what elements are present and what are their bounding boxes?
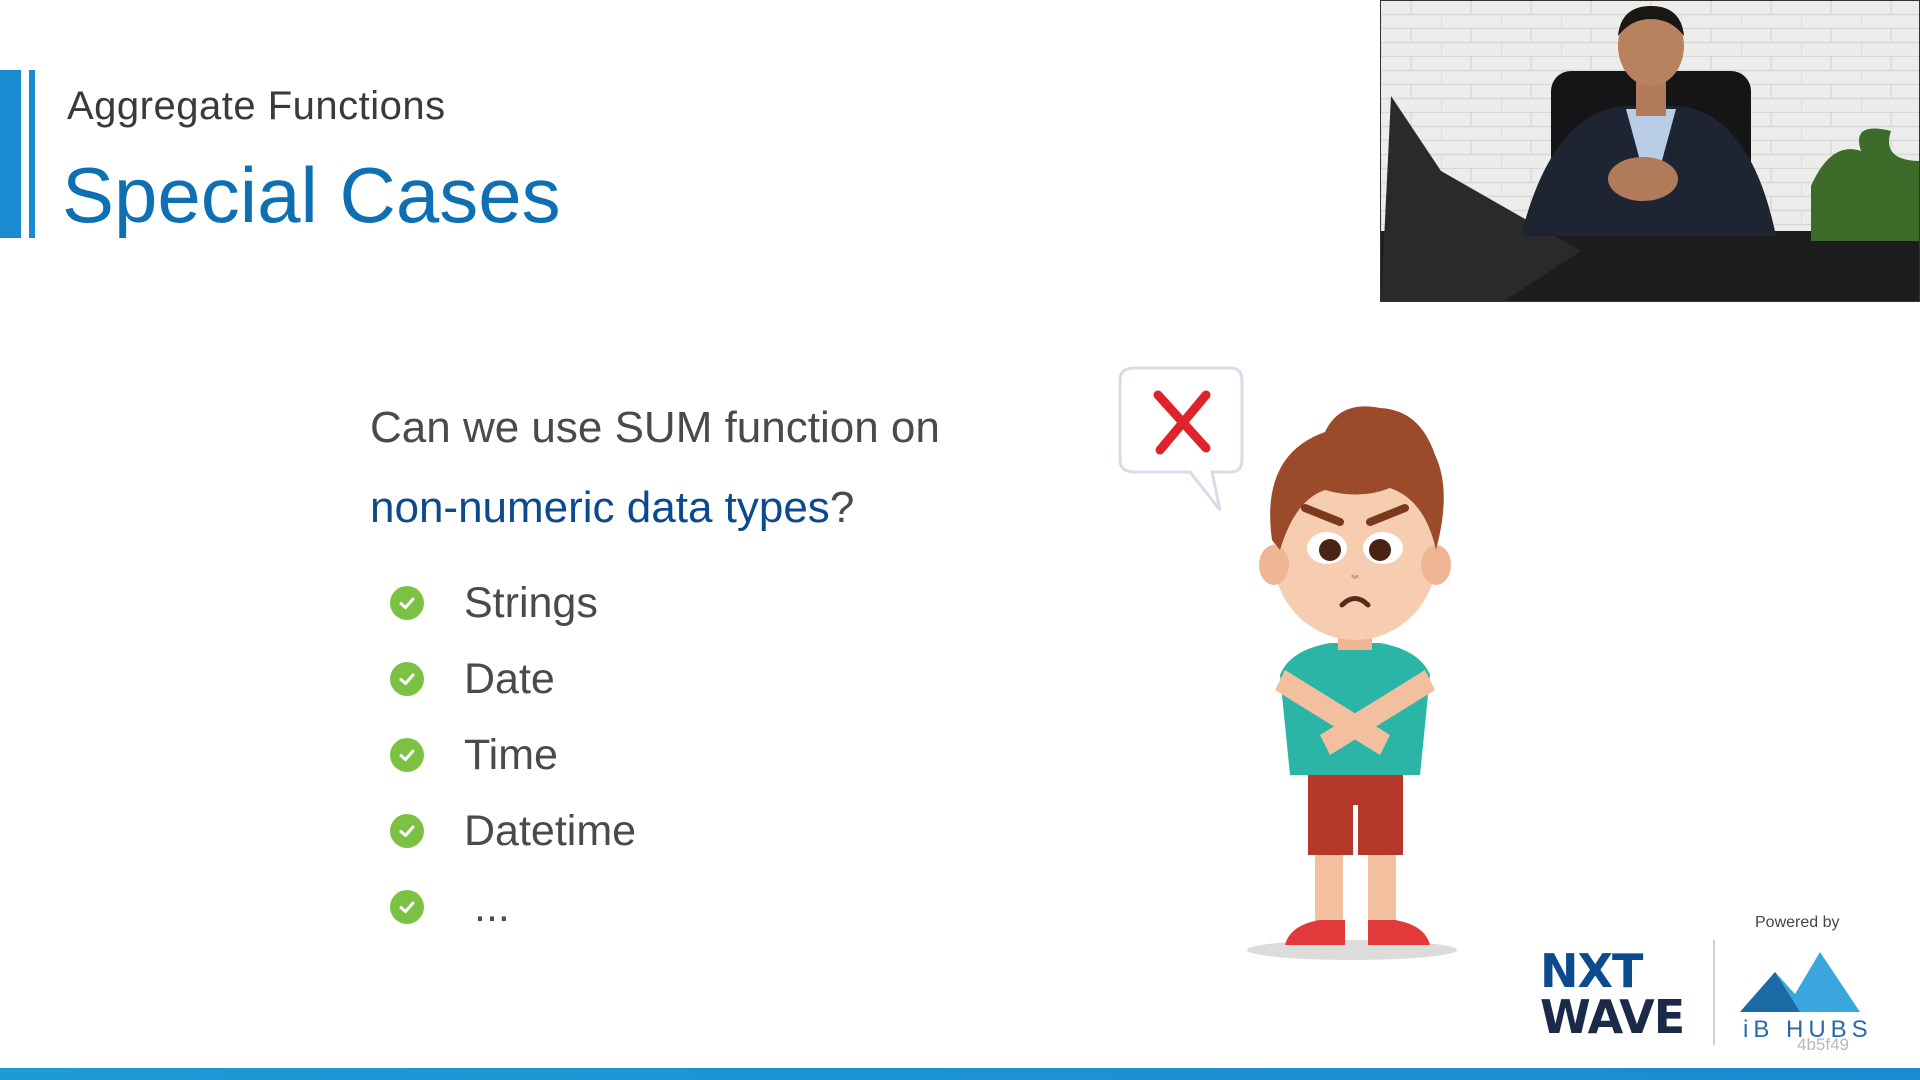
question-mark: ? [829, 483, 855, 532]
speech-bubble [1118, 366, 1244, 511]
check-circle-icon [390, 738, 424, 772]
nxt-text: NXT [1540, 944, 1643, 998]
list-item-label: Datetime [464, 806, 637, 855]
presenter-video [1381, 1, 1919, 301]
list-item-label: ... [474, 882, 510, 931]
check-circle-icon [390, 814, 424, 848]
question-line-2: non-numeric data types? [370, 468, 940, 548]
check-circle-icon [390, 586, 424, 620]
list-item: Date [390, 641, 636, 717]
branding-logos: NXT WAVE Powered by iB HUBS [1535, 910, 1880, 1050]
powered-by-text: Powered by [1755, 914, 1840, 931]
accent-bar-thin [29, 70, 35, 238]
list-item-label: Date [464, 654, 555, 703]
bottom-accent-bar [0, 1068, 1920, 1080]
list-item-label: Time [464, 730, 558, 779]
wave-text: WAVE [1540, 990, 1685, 1044]
list-item: Time [390, 717, 636, 793]
slide-title: Special Cases [62, 151, 561, 239]
question-text: Can we use SUM function on non-numeric d… [370, 388, 940, 548]
slide-subtitle: Aggregate Functions [67, 84, 446, 128]
question-highlight: non-numeric data types [370, 483, 830, 532]
webcam-feed [1380, 0, 1920, 302]
logo-divider [1713, 940, 1715, 1045]
check-circle-icon [390, 662, 424, 696]
check-circle-icon [390, 890, 424, 924]
question-line-1: Can we use SUM function on [370, 403, 940, 452]
list-item: ... [390, 869, 636, 945]
ibhubs-logo-icon [1740, 952, 1860, 1012]
accent-bar [0, 70, 21, 238]
nxtwave-logo: NXT WAVE [1540, 944, 1685, 1044]
list-item: Strings [390, 565, 636, 641]
data-type-list: Strings Date Time Datetime ... [390, 565, 636, 945]
list-item-label: Strings [464, 578, 598, 627]
boy-illustration [1118, 366, 1457, 960]
list-item: Datetime [390, 793, 636, 869]
watermark: 4b5f49 [1797, 1035, 1849, 1054]
